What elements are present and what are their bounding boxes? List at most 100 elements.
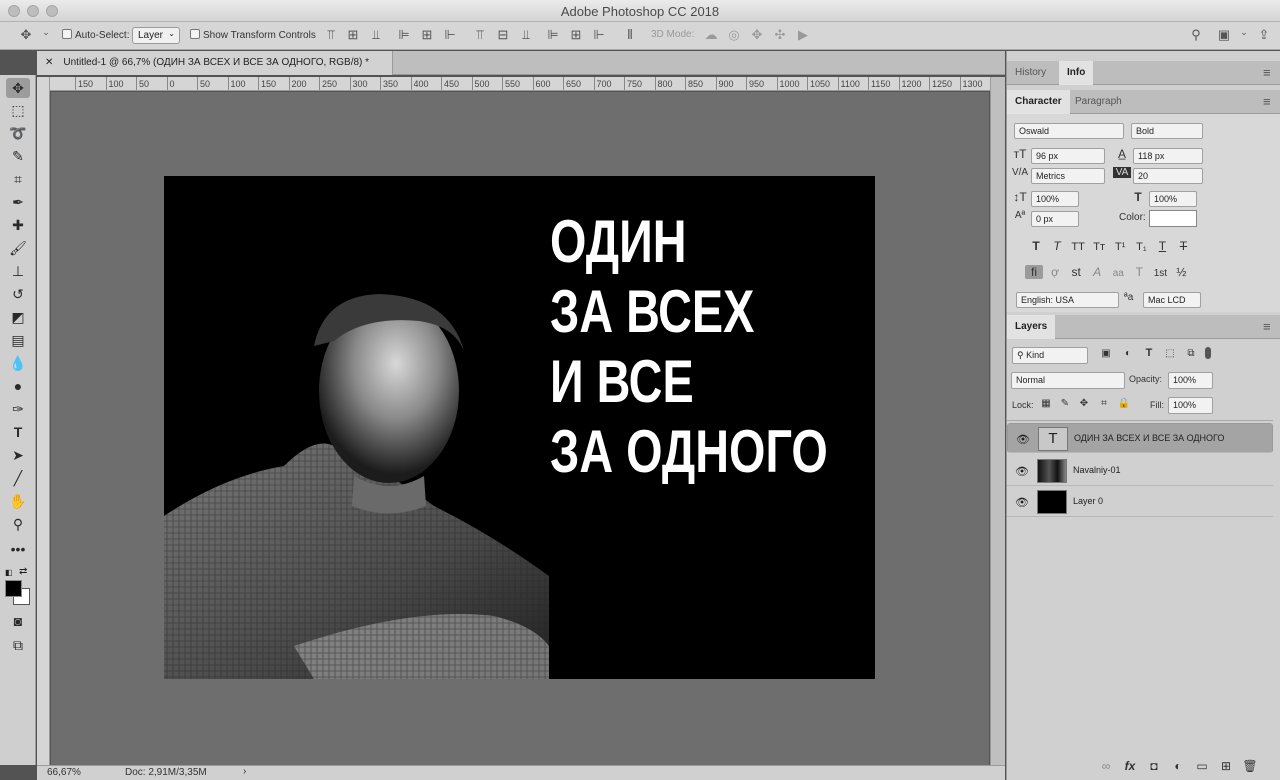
add-mask-icon[interactable]: ◘	[1145, 759, 1163, 773]
tab-layers[interactable]: Layers	[1007, 315, 1056, 339]
link-layers-icon[interactable]: ∞	[1097, 759, 1115, 773]
lock-position-icon[interactable]: ✥	[1075, 398, 1093, 409]
clone-stamp-tool-icon[interactable]: ⊥	[6, 261, 30, 281]
lock-artboard-icon[interactable]: ⌗	[1095, 398, 1113, 409]
layer-row[interactable]: 👁 Layer 0	[1007, 487, 1273, 517]
foreground-color-swatch[interactable]	[5, 580, 22, 597]
healing-brush-tool-icon[interactable]: ✚	[6, 215, 30, 235]
filter-toggle-icon[interactable]	[1205, 347, 1211, 359]
filter-smart-object-icon[interactable]: ⧉	[1182, 348, 1200, 359]
document-tab[interactable]: ✕ Untitled-1 @ 66,7% (ОДИН ЗА ВСЕХ И ВСЕ …	[37, 51, 393, 75]
zoom-tool-icon[interactable]: ⚲	[6, 514, 30, 534]
tab-history[interactable]: History	[1007, 61, 1054, 85]
align-hcenter-icon[interactable]: ⊞	[419, 27, 435, 43]
kerning-field[interactable]: Metrics	[1031, 168, 1105, 184]
delete-layer-icon[interactable]: 🗑	[1241, 759, 1259, 773]
filter-type-icon[interactable]: T	[1140, 347, 1158, 359]
layers-menu-icon[interactable]: ≡	[1263, 319, 1271, 334]
distribute-left-icon[interactable]: ⊫	[545, 27, 561, 43]
subscript-icon[interactable]: T₁	[1132, 241, 1150, 253]
gradient-tool-icon[interactable]: ▤	[6, 330, 30, 350]
baseline-shift-field[interactable]: 0 px	[1031, 211, 1079, 227]
default-colors-icon[interactable]: ◧	[5, 568, 15, 577]
marquee-tool-icon[interactable]: ⬚	[6, 100, 30, 120]
faux-bold-icon[interactable]: T	[1027, 239, 1045, 253]
old-style-icon[interactable]: ợ	[1046, 265, 1064, 279]
dodge-tool-icon[interactable]: ●	[6, 376, 30, 396]
layer-row[interactable]: 👁 Navalniy-01	[1007, 456, 1273, 486]
layer-name[interactable]: Navalniy-01	[1073, 465, 1121, 475]
leading-field[interactable]: 118 px	[1133, 148, 1203, 164]
align-vcenter-icon[interactable]: ⊞	[345, 27, 361, 43]
3d-pan-icon[interactable]: ✥	[749, 27, 765, 43]
align-left-icon[interactable]: ⊫	[396, 27, 412, 43]
close-tab-icon[interactable]: ✕	[45, 57, 53, 68]
superscript-icon[interactable]: T¹	[1111, 241, 1129, 253]
discretionary-ligature-icon[interactable]: st	[1067, 265, 1085, 279]
lock-pixels-icon[interactable]: ✎	[1056, 398, 1074, 409]
history-brush-tool-icon[interactable]: ↺	[6, 284, 30, 304]
swap-colors-icon[interactable]: ⇄	[19, 566, 27, 577]
3d-orbit-icon[interactable]: ☁	[703, 27, 719, 43]
eraser-tool-icon[interactable]: ◩	[6, 307, 30, 327]
filter-pixel-icon[interactable]: ▣	[1097, 348, 1115, 359]
vertical-scale-field[interactable]: 100%	[1031, 191, 1079, 207]
faux-italic-icon[interactable]: T	[1048, 239, 1066, 253]
new-adjustment-icon[interactable]: ◐	[1169, 759, 1187, 773]
font-style-select[interactable]: Bold	[1131, 123, 1203, 139]
blur-tool-icon[interactable]: 💧	[6, 353, 30, 373]
tab-character[interactable]: Character	[1007, 90, 1070, 114]
titling-alternates-icon[interactable]: T	[1130, 265, 1148, 279]
show-transform-checkbox[interactable]: Show Transform Controls	[190, 29, 316, 41]
layer-name[interactable]: ОДИН ЗА ВСЕХ И ВСЕ ЗА ОДНОГО	[1074, 433, 1224, 443]
distribute-hcenter-icon[interactable]: ⊞	[568, 27, 584, 43]
tab-info[interactable]: Info	[1059, 61, 1094, 85]
lock-transparency-icon[interactable]: ▦	[1037, 398, 1055, 409]
chevron-down-icon[interactable]: ⌄	[38, 27, 54, 38]
auto-select-checkbox[interactable]: Auto-Select:	[62, 29, 129, 41]
auto-align-icon[interactable]: ⦀	[622, 27, 638, 43]
align-right-icon[interactable]: ⊩	[442, 27, 458, 43]
all-caps-icon[interactable]: TT	[1069, 241, 1087, 253]
tab-paragraph[interactable]: Paragraph	[1067, 90, 1130, 114]
font-family-select[interactable]: Oswald	[1014, 123, 1124, 139]
underline-icon[interactable]: T	[1153, 239, 1171, 253]
text-color-swatch[interactable]	[1149, 210, 1197, 227]
layer-style-icon[interactable]: fx	[1121, 759, 1139, 773]
zoom-level[interactable]: 66,67%	[47, 767, 81, 778]
visibility-eye-icon[interactable]: 👁	[1015, 496, 1029, 509]
brush-tool-icon[interactable]: 🖌	[6, 238, 30, 258]
tracking-field[interactable]: 20	[1133, 168, 1203, 184]
blend-mode-select[interactable]: Normal	[1011, 372, 1125, 389]
move-tool-icon[interactable]: ✥	[6, 78, 30, 98]
layer-filter-select[interactable]: ⚲ Kind	[1012, 347, 1088, 364]
quick-mask-icon[interactable]: ◙	[6, 611, 30, 631]
distribute-bottom-icon[interactable]: ⫫	[518, 27, 534, 43]
workspace-icon[interactable]: ▣	[1216, 27, 1232, 43]
crop-tool-icon[interactable]: ⌗	[6, 169, 30, 189]
visibility-eye-icon[interactable]: 👁	[1015, 465, 1029, 478]
share-icon[interactable]: ⇪	[1256, 27, 1272, 43]
panel-menu-icon[interactable]: ≡	[1263, 65, 1271, 80]
path-select-tool-icon[interactable]: ➤	[6, 445, 30, 465]
ordinals-icon[interactable]: 1st	[1151, 268, 1169, 279]
character-menu-icon[interactable]: ≡	[1263, 94, 1271, 109]
hand-tool-icon[interactable]: ✋	[6, 491, 30, 511]
small-caps-icon[interactable]: Tт	[1090, 241, 1108, 253]
document-canvas[interactable]: ОДИН ЗА ВСЕХ И ВСЕ ЗА ОДНОГО	[164, 176, 875, 679]
search-icon[interactable]: ⚲	[1188, 27, 1204, 43]
fill-field[interactable]: 100%	[1168, 397, 1213, 414]
3d-scale-icon[interactable]: ▶	[795, 27, 811, 43]
vertical-scrollbar[interactable]	[990, 77, 1005, 765]
more-tools-icon[interactable]: •••	[6, 539, 30, 559]
workspace-chevron-icon[interactable]: ⌄	[1236, 27, 1252, 38]
line-tool-icon[interactable]: ╱	[6, 468, 30, 488]
filter-adjustment-icon[interactable]: ◐	[1119, 348, 1137, 359]
distribute-top-icon[interactable]: ⫪	[472, 27, 488, 43]
new-layer-icon[interactable]: ⊞	[1217, 759, 1235, 773]
opacity-field[interactable]: 100%	[1168, 372, 1213, 389]
filter-shape-icon[interactable]: ⬚	[1161, 348, 1179, 359]
quick-select-tool-icon[interactable]: ✎	[6, 146, 30, 166]
distribute-vcenter-icon[interactable]: ⊟	[495, 27, 511, 43]
visibility-eye-icon[interactable]: 👁	[1016, 433, 1030, 446]
